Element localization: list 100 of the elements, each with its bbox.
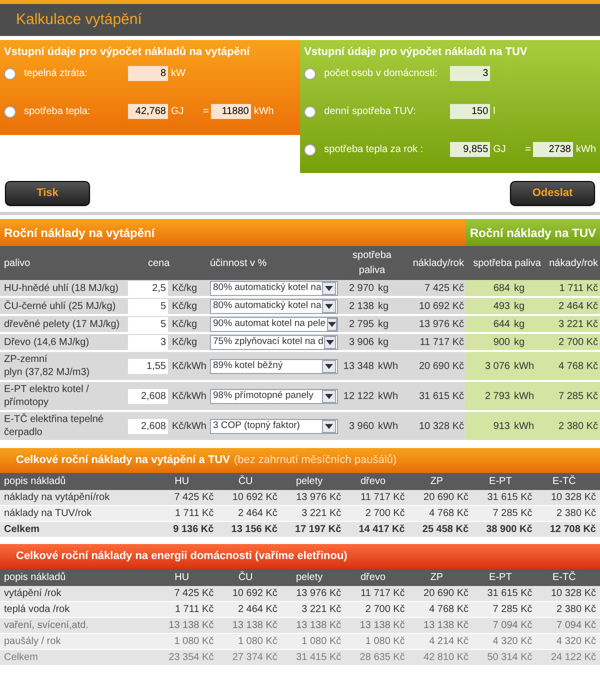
efficiency-dropdown[interactable]: 89% kotel běžný — [210, 358, 338, 374]
action-button[interactable]: Tisk — [5, 181, 90, 206]
unit-label: kWh — [254, 105, 274, 119]
table-cell-text: 2 464 Kč — [236, 603, 278, 617]
efficiency-dropdown[interactable]: 75% zplyňovací kotel na d — [210, 334, 338, 350]
field-label: denní spotřeba TUV: — [324, 105, 417, 119]
panel-title: Vstupní údaje pro výpočet nákladů na vytápění — [4, 45, 251, 60]
section-title: Celkové roční náklady na vytápění a TUV — [16, 453, 230, 468]
table-cell-text: 1 711 Kč — [174, 603, 214, 617]
column-header: E-PT — [488, 475, 513, 489]
efficiency-dropdown[interactable]: 98% přímotopné panely — [210, 388, 338, 404]
value-field[interactable]: 42,768 — [128, 104, 168, 119]
dropdown-caret-icon — [322, 282, 336, 294]
value-field[interactable]: 9,855 — [450, 142, 490, 157]
table-cell-text: 10 328 Kč — [418, 420, 465, 434]
dropdown-caret-icon — [322, 360, 336, 372]
table-cell-text: 2 795 — [348, 318, 375, 332]
column-header: ZP — [429, 571, 444, 585]
price-field[interactable]: 2,608 — [128, 418, 168, 434]
unit-label: Kč/kg — [171, 336, 198, 350]
table-cell-text: 2 700 Kč — [558, 336, 599, 350]
column-header: dřevo — [359, 571, 386, 585]
table-cell-text: 31 615 Kč — [486, 587, 532, 601]
fuel-label: plyn (37,82 MJ/m3) — [4, 366, 91, 379]
unit-label: GJ — [171, 105, 185, 119]
efficiency-dropdown[interactable]: 3 COP (topný faktor) — [210, 418, 338, 434]
table-cell-text: 684 — [492, 282, 511, 296]
value-field[interactable]: 150 — [450, 104, 490, 119]
table-cell-text: 2 464 Kč — [236, 507, 278, 521]
table-cell-text: 4 320 Kč — [492, 635, 532, 649]
table-cell-text: náklady na TUV/rok — [3, 507, 93, 521]
table-cell-text: 12 708 Kč — [548, 523, 596, 537]
unit-label: kW — [171, 67, 186, 81]
table-cell-text: 42 810 Kč — [422, 651, 469, 665]
table-cell-text: 20 690 Kč — [418, 360, 465, 374]
table-cell-text: 1 080 Kč — [364, 635, 405, 649]
table-cell-text: 3 221 Kč — [300, 507, 342, 521]
table-cell-text: 2 970 — [348, 282, 375, 296]
table-cell-text: 4 768 Kč — [428, 603, 469, 617]
price-field[interactable]: 3 — [128, 334, 168, 350]
action-button[interactable]: Odeslat — [510, 181, 595, 206]
table-cell-text: 12 122 — [342, 390, 375, 404]
efficiency-dropdown[interactable]: 80% automatický kotel na — [210, 298, 338, 314]
unit-label: Kč/kWh — [171, 360, 208, 374]
radio-button[interactable] — [304, 144, 316, 156]
unit-label: kWh — [514, 420, 535, 434]
table-cell-text: 25 458 Kč — [421, 523, 469, 537]
table-cell-text: 11 717 Kč — [418, 336, 465, 350]
column-header: ČU — [237, 474, 254, 489]
unit-label: kg — [378, 336, 390, 350]
unit-label: kWh — [378, 420, 399, 434]
price-field[interactable]: 5 — [128, 298, 168, 314]
unit-label: Kč/kg — [171, 318, 198, 332]
column-header: popis nákladů — [3, 571, 67, 585]
radio-button[interactable] — [4, 106, 16, 118]
price-field[interactable]: 5 — [128, 316, 168, 332]
column-header: HU — [174, 571, 190, 585]
value-field[interactable]: 3 — [450, 66, 490, 81]
table-cell-text: Celkem — [3, 523, 41, 537]
fuel-label: čerpadlo — [4, 426, 44, 439]
efficiency-dropdown[interactable]: 90% automat kotel na pele — [210, 316, 338, 332]
unit-label: kg — [514, 282, 526, 296]
efficiency-dropdown[interactable]: 80% automatický kotel na — [210, 280, 338, 296]
table-cell-text: 1 711 Kč — [174, 507, 214, 521]
table-cell-text: 2 793 — [484, 390, 511, 404]
column-header: palivo — [3, 256, 32, 270]
column-header: pelety — [294, 571, 324, 585]
column-header: pelety — [294, 475, 324, 489]
unit-label: Kč/kg — [171, 300, 198, 314]
table-cell-text: 11 717 Kč — [360, 491, 405, 505]
fuel-label: ČU-černé uhlí (25 MJ/kg) — [4, 300, 117, 312]
table-cell-text: 13 976 Kč — [295, 587, 342, 601]
unit-label: kWh — [378, 390, 399, 404]
table-cell-text: 31 615 Kč — [486, 491, 532, 505]
section-title: Roční náklady na vytápění — [4, 224, 155, 242]
price-field[interactable]: 1,55 — [128, 358, 168, 374]
table-cell-text: 4 214 Kč — [428, 635, 469, 649]
panel-title: Vstupní údaje pro výpočet nákladů na TUV — [304, 45, 528, 60]
table-cell-text: 38 900 Kč — [485, 523, 532, 537]
column-header: E-PT — [488, 571, 513, 585]
radio-button[interactable] — [4, 68, 16, 80]
price-field[interactable]: 2,5 — [128, 280, 168, 296]
table-cell-text: 31 415 Kč — [295, 651, 342, 665]
table-cell-text: 17 197 Kč — [294, 523, 342, 537]
table-cell-text: 23 354 Kč — [168, 651, 214, 665]
table-cell-text: 2 464 Kč — [558, 300, 599, 314]
table-cell-text: 20 690 Kč — [422, 491, 469, 505]
table-cell-text: 11 717 Kč — [360, 587, 405, 601]
value-field[interactable]: 8 — [128, 66, 168, 81]
column-header: účinnost v % — [210, 256, 268, 270]
table-cell-text: 4 320 Kč — [556, 635, 596, 649]
radio-button[interactable] — [304, 106, 316, 118]
table-cell-text: 3 221 Kč — [300, 603, 342, 617]
value-field[interactable]: 11880 — [210, 104, 251, 119]
column-header: HU — [174, 475, 190, 489]
price-field[interactable]: 2,608 — [128, 388, 168, 404]
unit-label: GJ — [493, 143, 507, 157]
radio-button[interactable] — [304, 68, 316, 80]
table-cell-text: 13 156 Kč — [230, 523, 278, 537]
value-field[interactable]: 2738 — [533, 142, 573, 157]
